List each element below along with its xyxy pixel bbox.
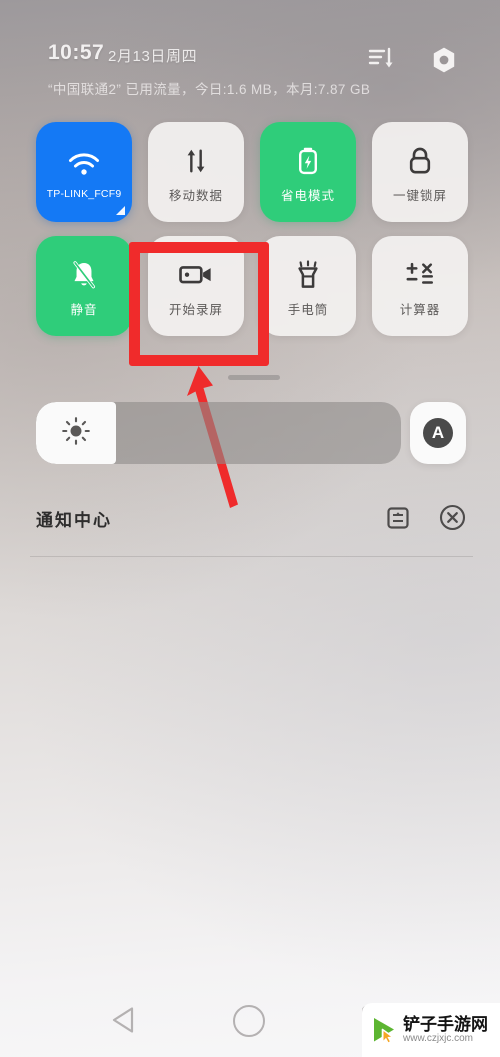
sort-descending-icon[interactable] — [368, 46, 394, 70]
flashlight-icon — [295, 255, 321, 295]
auto-brightness-button[interactable]: A — [410, 402, 466, 464]
home-circle-icon[interactable] — [233, 1005, 265, 1037]
data-usage-text: “中国联通2” 已用流量，今日:1.6 MB，本月:7.87 GB — [48, 82, 371, 97]
tile-label-wifi: TP-LINK_FCF9 — [46, 188, 122, 200]
clear-all-icon[interactable] — [439, 504, 466, 531]
play-cursor-logo-icon — [368, 1014, 400, 1046]
wifi-icon — [67, 144, 101, 184]
status-time: 10:57 — [48, 41, 105, 64]
tile-label-screen-record: 开始录屏 — [168, 302, 223, 317]
tile-label-calculator: 计算器 — [399, 302, 441, 317]
tile-label-battery-saver: 省电模式 — [280, 188, 335, 203]
tile-label-lock-screen: 一键锁屏 — [392, 188, 447, 203]
status-date: 2月13日周四 — [108, 48, 198, 65]
tile-mute[interactable]: 静音 — [36, 236, 132, 336]
calculator-icon — [405, 255, 435, 295]
status-bar: 10:57 2月13日周四 “中国联通2” 已用流量，今日:1.6 MB，本月:… — [0, 0, 500, 108]
battery-saver-icon — [297, 141, 319, 181]
mobile-data-icon — [182, 141, 210, 181]
tile-wifi[interactable]: TP-LINK_FCF9 — [36, 122, 132, 222]
hex-settings-icon[interactable] — [430, 46, 458, 74]
brightness-sun-icon — [61, 416, 91, 451]
tile-label-mobile-data: 移动数据 — [168, 188, 223, 203]
notification-settings-icon[interactable] — [386, 506, 410, 530]
brightness-slider-fill — [36, 402, 117, 464]
site-watermark: 铲子手游网 www.czjxjc.com — [362, 1003, 500, 1057]
back-triangle-icon[interactable] — [110, 1006, 136, 1034]
lock-icon — [407, 141, 433, 181]
notification-divider — [30, 556, 473, 557]
tile-label-mute: 静音 — [70, 302, 98, 317]
watermark-site-name: 铲子手游网 — [403, 1014, 488, 1034]
panel-drag-handle[interactable] — [228, 375, 280, 380]
tile-screen-record[interactable]: 开始录屏 — [148, 236, 244, 336]
brightness-row: A — [36, 402, 466, 464]
watermark-url: www.czjxjc.com — [403, 1032, 474, 1044]
tile-flashlight[interactable]: 手电筒 — [260, 236, 356, 336]
auto-brightness-label: A — [423, 418, 453, 448]
phone-screen: 10:57 2月13日周四 “中国联通2” 已用流量，今日:1.6 MB，本月:… — [0, 0, 500, 1057]
tile-calculator[interactable]: 计算器 — [372, 236, 468, 336]
bell-mute-icon — [70, 255, 98, 295]
tile-battery-saver[interactable]: 省电模式 — [260, 122, 356, 222]
screen-record-icon — [179, 255, 213, 295]
brightness-slider[interactable] — [36, 402, 401, 464]
wifi-expand-corner-icon[interactable] — [116, 206, 125, 215]
tile-label-flashlight: 手电筒 — [287, 302, 329, 317]
quick-settings-grid: TP-LINK_FCF9 移动数据 省电模式 一键锁屏 静音 开始录屏 手电筒 … — [36, 122, 468, 336]
notification-center-title: 通知中心 — [36, 511, 112, 530]
notification-center-header: 通知中心 — [36, 500, 466, 544]
tile-mobile-data[interactable]: 移动数据 — [148, 122, 244, 222]
tile-lock-screen[interactable]: 一键锁屏 — [372, 122, 468, 222]
